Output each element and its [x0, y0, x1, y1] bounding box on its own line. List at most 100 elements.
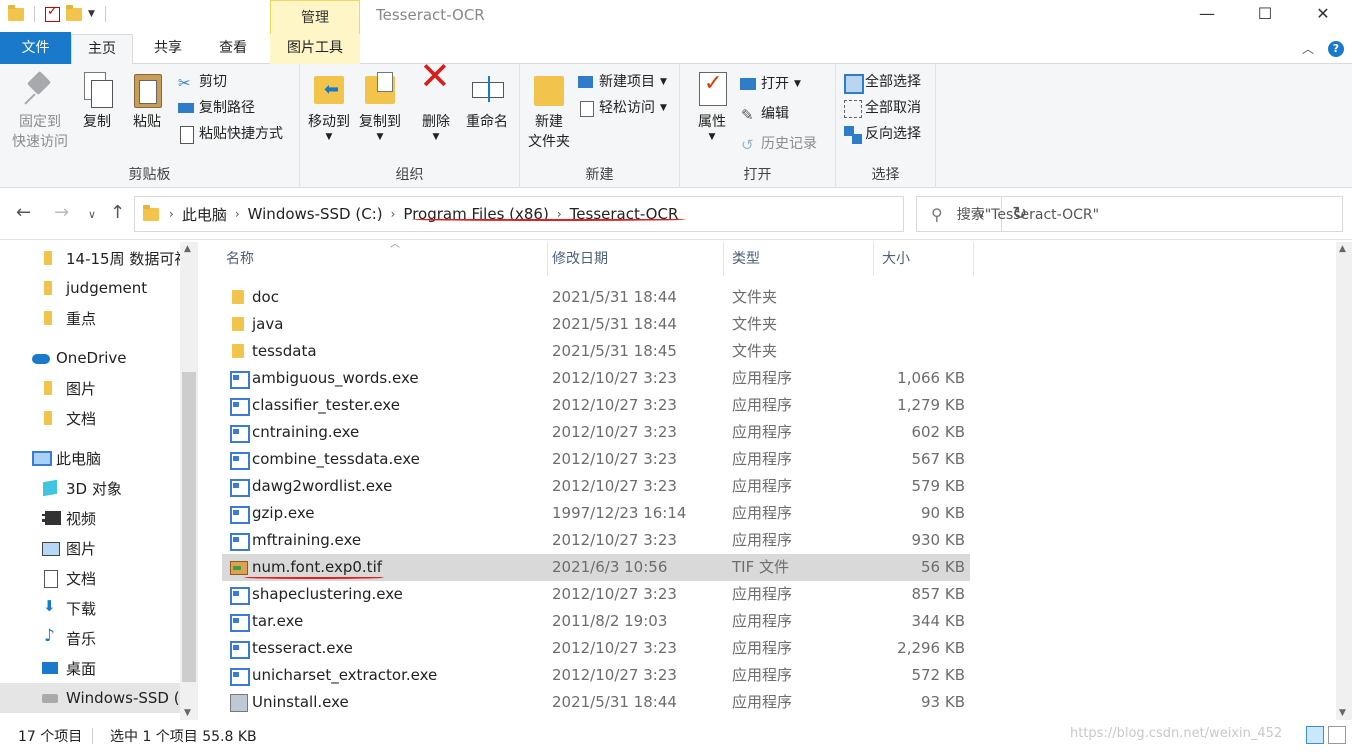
- sidebar-item-key-points[interactable]: 重点: [0, 303, 180, 333]
- minimize-button[interactable]: —: [1178, 0, 1236, 30]
- close-button[interactable]: ✕: [1294, 0, 1352, 30]
- column-header-name[interactable]: ︿ 名称: [218, 240, 548, 276]
- sidebar-item-documents[interactable]: 文档: [0, 563, 180, 593]
- scroll-up-icon[interactable]: ▲: [1339, 244, 1346, 254]
- watermark-text: https://blog.csdn.net/weixin_452: [1070, 726, 1283, 741]
- sidebar-item-downloads[interactable]: 下载: [0, 593, 180, 623]
- file-row[interactable]: cntraining.exe 2012/10/27 3:23 应用程序 602 …: [222, 419, 970, 446]
- file-row[interactable]: unicharset_extractor.exe 2012/10/27 3:23…: [222, 662, 970, 689]
- invert-selection-button[interactable]: 反向选择: [844, 122, 921, 146]
- file-row[interactable]: combine_tessdata.exe 2012/10/27 3:23 应用程…: [222, 446, 970, 473]
- scroll-down-icon[interactable]: ▼: [184, 708, 191, 718]
- chevron-right-icon[interactable]: ›: [235, 207, 240, 221]
- file-row[interactable]: java 2021/5/31 18:44 文件夹: [222, 311, 970, 338]
- file-row[interactable]: tar.exe 2011/8/2 19:03 应用程序 344 KB: [222, 608, 970, 635]
- back-arrow-icon[interactable]: ←: [16, 202, 31, 223]
- recent-locations-chevron-icon[interactable]: ∨: [88, 208, 96, 221]
- new-folder-button[interactable]: 新建 文件夹: [526, 70, 572, 152]
- chevron-right-icon[interactable]: ›: [169, 207, 174, 221]
- tab-home[interactable]: 主页: [71, 34, 133, 64]
- file-row[interactable]: mftraining.exe 2012/10/27 3:23 应用程序 930 …: [222, 527, 970, 554]
- file-row[interactable]: dawg2wordlist.exe 2012/10/27 3:23 应用程序 5…: [222, 473, 970, 500]
- easy-access-button[interactable]: 轻松访问 ▼: [578, 96, 667, 120]
- column-header-date[interactable]: 修改日期: [544, 242, 724, 276]
- pin-icon: [23, 70, 57, 110]
- sidebar-item-music[interactable]: 音乐: [0, 623, 180, 653]
- folder-icon: [42, 380, 58, 396]
- download-icon: [42, 597, 58, 616]
- breadcrumb-drive[interactable]: Windows-SSD (C:): [248, 205, 383, 223]
- copy-path-button[interactable]: 复制路径: [178, 96, 255, 120]
- select-group: 全部选择 全部取消 反向选择 选择: [836, 64, 936, 188]
- history-button[interactable]: 历史记录: [740, 132, 817, 157]
- maximize-button[interactable]: ☐: [1236, 0, 1294, 30]
- paste-button[interactable]: 粘贴: [126, 70, 168, 132]
- file-row[interactable]: Uninstall.exe 2021/5/31 18:44 应用程序 93 KB: [222, 689, 970, 716]
- sidebar-item-onedrive[interactable]: OneDrive: [0, 343, 180, 373]
- file-row[interactable]: tessdata 2021/5/31 18:45 文件夹: [222, 338, 970, 365]
- file-row[interactable]: doc 2021/5/31 18:44 文件夹: [222, 284, 970, 311]
- help-icon[interactable]: ?: [1328, 40, 1344, 57]
- delete-button[interactable]: 删除 ▼: [418, 66, 454, 142]
- move-to-button[interactable]: 移动到 ▼: [306, 70, 352, 142]
- forward-arrow-icon[interactable]: →: [54, 202, 69, 223]
- cut-button[interactable]: 剪切: [178, 70, 227, 95]
- scrollbar-thumb[interactable]: [1338, 260, 1350, 700]
- installer-icon: [230, 694, 248, 712]
- file-row[interactable]: shapeclustering.exe 2012/10/27 3:23 应用程序…: [222, 581, 970, 608]
- details-view-button[interactable]: [1306, 726, 1324, 744]
- drive-icon: [42, 690, 58, 706]
- sidebar-item-3d-objects[interactable]: 3D 对象: [0, 473, 180, 503]
- selection-info: 选中 1 个项目 55.8 KB: [110, 729, 257, 745]
- sidebar-item-pictures[interactable]: 图片: [0, 533, 180, 563]
- properties-button[interactable]: 属性 ▼: [692, 70, 732, 142]
- scroll-down-icon[interactable]: ▼: [1339, 708, 1346, 718]
- sidebar-scrollbar[interactable]: ▲ ▼: [180, 242, 198, 720]
- sidebar-item-onedrive-pictures[interactable]: 图片: [0, 373, 180, 403]
- tab-manage[interactable]: 管理: [270, 0, 360, 34]
- column-header-size[interactable]: 大小: [874, 242, 974, 276]
- address-bar[interactable]: › 此电脑 › Windows-SSD (C:) › Program Files…: [134, 196, 1027, 232]
- select-all-button[interactable]: 全部选择: [844, 70, 921, 94]
- sidebar-item-desktop[interactable]: 桌面: [0, 653, 180, 683]
- sidebar-item-onedrive-documents[interactable]: 文档: [0, 403, 180, 433]
- pin-quick-access-button[interactable]: 固定到 快速访问: [8, 70, 72, 152]
- new-item-button[interactable]: 新建项目 ▼: [578, 70, 667, 94]
- tab-file[interactable]: 文件: [0, 32, 71, 64]
- up-arrow-icon[interactable]: ↑: [110, 202, 125, 223]
- copy-to-button[interactable]: 复制到 ▼: [356, 70, 404, 142]
- file-row[interactable]: gzip.exe 1997/12/23 16:14 应用程序 90 KB: [222, 500, 970, 527]
- open-button[interactable]: 打开 ▼: [740, 72, 801, 96]
- sidebar-item-windows-ssd[interactable]: Windows-SSD (C: [0, 683, 190, 713]
- scroll-up-icon[interactable]: ▲: [184, 244, 191, 254]
- collapse-ribbon-icon[interactable]: ︿: [1302, 40, 1314, 57]
- sidebar-item-week-folder[interactable]: 14-15周 数据可视: [0, 243, 189, 273]
- search-input[interactable]: ⚲ 搜索"Tesseract-OCR": [916, 196, 1343, 232]
- copy-button[interactable]: 复制: [76, 70, 118, 132]
- scrollbar-thumb[interactable]: [182, 372, 196, 682]
- rename-button[interactable]: 重命名: [462, 70, 512, 132]
- properties-icon[interactable]: [45, 4, 60, 22]
- select-none-button[interactable]: 全部取消: [844, 96, 921, 120]
- edit-button[interactable]: 编辑: [740, 102, 789, 127]
- file-row[interactable]: ambiguous_words.exe 2012/10/27 3:23 应用程序…: [222, 365, 970, 392]
- sidebar-item-this-pc[interactable]: 此电脑: [0, 443, 180, 473]
- sidebar-item-judgement[interactable]: judgement: [0, 273, 180, 303]
- file-row[interactable]: classifier_tester.exe 2012/10/27 3:23 应用…: [222, 392, 970, 419]
- column-header-type[interactable]: 类型: [724, 242, 874, 276]
- tab-view[interactable]: 查看: [203, 34, 263, 64]
- breadcrumb-this-pc[interactable]: 此电脑: [182, 204, 227, 225]
- new-folder-icon[interactable]: [66, 4, 82, 21]
- file-row[interactable]: tesseract.exe 2012/10/27 3:23 应用程序 2,296…: [222, 635, 970, 662]
- chevron-right-icon[interactable]: ›: [391, 207, 396, 221]
- tab-share[interactable]: 共享: [138, 34, 198, 64]
- tab-picture-tools[interactable]: 图片工具: [270, 34, 360, 64]
- paste-shortcut-button[interactable]: 粘贴快捷方式: [178, 122, 283, 146]
- rename-icon: [470, 70, 504, 110]
- customize-toolbar-chevron-icon[interactable]: ▼: [88, 9, 95, 19]
- sidebar-item-videos[interactable]: 视频: [0, 503, 180, 533]
- file-list-scrollbar[interactable]: ▲ ▼: [1336, 242, 1352, 720]
- large-icons-view-button[interactable]: [1328, 726, 1346, 744]
- chevron-down-icon: ▼: [660, 77, 667, 87]
- paste-shortcut-icon: [178, 126, 194, 144]
